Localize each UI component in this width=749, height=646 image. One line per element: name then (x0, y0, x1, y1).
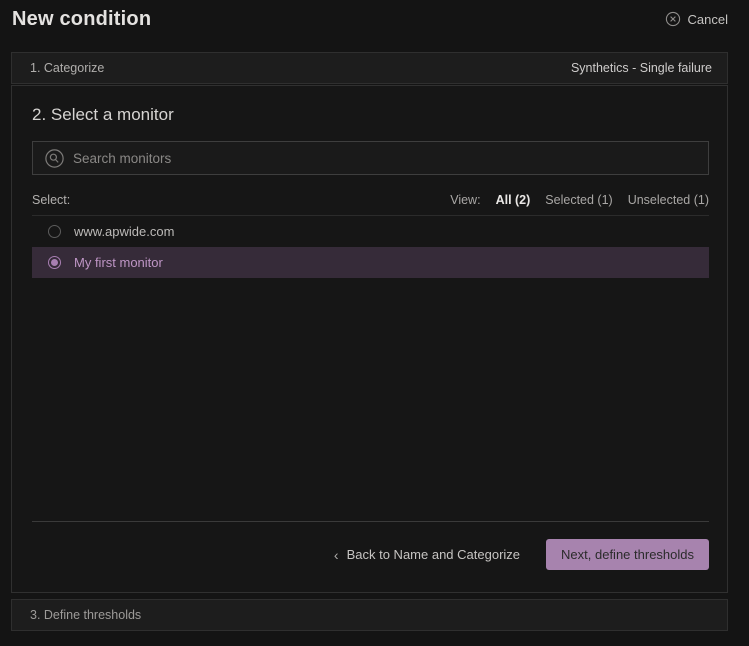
back-link-label: Back to Name and Categorize (347, 547, 520, 562)
cancel-circle-x-icon (665, 11, 681, 27)
cancel-label: Cancel (688, 12, 728, 27)
monitor-list: www.apwide.com My first monitor (32, 215, 709, 278)
radio-selected-icon[interactable] (48, 256, 61, 269)
view-filter-unselected[interactable]: Unselected (1) (628, 193, 709, 207)
view-filter-group: View: All (2) Selected (1) Unselected (1… (450, 193, 709, 207)
cancel-button[interactable]: Cancel (665, 11, 728, 27)
monitor-name: My first monitor (74, 255, 163, 270)
select-label: Select: (32, 193, 70, 207)
step-2-select-monitor-panel: 2. Select a monitor Select: View: All (2… (11, 85, 728, 593)
step-2-footer: ‹ Back to Name and Categorize Next, defi… (32, 521, 709, 592)
view-label: View: (450, 193, 480, 207)
radio-unselected-icon[interactable] (48, 225, 61, 238)
monitor-name: www.apwide.com (74, 224, 174, 239)
page-title: New condition (12, 8, 151, 31)
step-1-label: 1. Categorize (30, 61, 104, 75)
step-3-define-thresholds-bar[interactable]: 3. Define thresholds (11, 599, 728, 631)
chevron-left-icon: ‹ (334, 548, 339, 562)
view-filter-all[interactable]: All (2) (496, 193, 531, 207)
monitor-search-input[interactable] (73, 151, 696, 166)
back-to-categorize-link[interactable]: ‹ Back to Name and Categorize (334, 547, 520, 562)
select-view-row: Select: View: All (2) Selected (1) Unsel… (32, 193, 709, 207)
monitor-row-my-first-monitor[interactable]: My first monitor (32, 247, 709, 278)
view-filter-selected[interactable]: Selected (1) (545, 193, 612, 207)
search-icon (45, 149, 64, 168)
panel-spacer (32, 278, 709, 521)
monitor-row-www-apwide-com[interactable]: www.apwide.com (32, 216, 709, 247)
step-3-label: 3. Define thresholds (30, 608, 141, 622)
page-header: New condition Cancel (0, 0, 749, 52)
next-define-thresholds-button[interactable]: Next, define thresholds (546, 539, 709, 570)
step-1-categorize-bar[interactable]: 1. Categorize Synthetics - Single failur… (11, 52, 728, 84)
monitor-search-box[interactable] (32, 141, 709, 175)
step-2-title: 2. Select a monitor (32, 105, 709, 125)
step-1-selected-value: Synthetics - Single failure (571, 61, 712, 75)
